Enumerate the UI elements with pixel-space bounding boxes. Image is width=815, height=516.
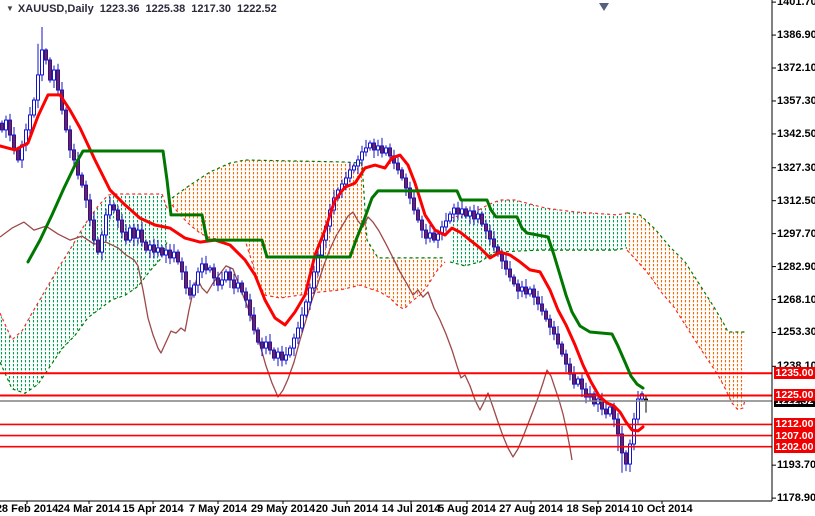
y-axis-label: 1253.30 [777, 326, 815, 339]
collapse-arrow-icon[interactable]: ▼ [6, 4, 14, 13]
price-chart[interactable] [0, 0, 815, 516]
y-axis-label: 1357.30 [777, 94, 815, 107]
price-level-tag: 1225.00 [774, 389, 815, 402]
chart-title: ▼ XAUUSD,Daily 1223.36 1225.38 1217.30 1222.5… [6, 3, 283, 15]
x-axis-label: 18 Sep 2014 [566, 503, 630, 515]
x-axis-label: 29 May 2014 [250, 503, 316, 515]
price-level-tag: 1235.00 [774, 367, 815, 380]
price-level-tag: 1202.00 [774, 440, 815, 453]
y-axis-label: 1372.10 [777, 62, 815, 74]
y-axis-label: 1401.70 [777, 0, 815, 9]
x-axis-label: 5 Aug 2014 [438, 503, 496, 515]
y-axis-label: 1342.50 [777, 127, 815, 140]
x-axis-label: 24 Mar 2014 [57, 503, 121, 515]
y-axis-label: 1282.90 [777, 260, 815, 273]
chart-window: ▼ XAUUSD,Daily 1223.36 1225.38 1217.30 1222.5… [0, 0, 815, 516]
y-axis-label: 1297.70 [777, 227, 815, 240]
x-axis-label: 15 Apr 2014 [122, 503, 184, 515]
y-axis-label: 1193.70 [777, 459, 815, 472]
y-axis-label: 1327.30 [777, 161, 815, 174]
x-axis-label: 10 Oct 2014 [631, 503, 693, 515]
ohlc-low: 1217.30 [191, 3, 232, 15]
x-axis-label: 27 Aug 2014 [499, 503, 563, 515]
symbol-timeframe: XAUUSD,Daily [17, 3, 94, 15]
x-axis-label: 28 Feb 2014 [0, 503, 59, 515]
y-axis-label: 1178.90 [777, 492, 815, 505]
chart-shift-marker[interactable] [599, 3, 609, 11]
y-axis-label: 1312.50 [777, 194, 815, 207]
ohlc-high: 1225.38 [145, 3, 186, 15]
y-axis-label: 1386.90 [777, 29, 815, 42]
y-axis-label: 1268.10 [777, 293, 815, 306]
x-axis-label: 14 Jul 2014 [381, 503, 441, 515]
ohlc-open: 1223.36 [99, 3, 140, 15]
ohlc-close: 1222.52 [237, 3, 277, 15]
x-axis-label: 20 Jun 2014 [315, 503, 379, 515]
x-axis-label: 7 May 2014 [188, 503, 248, 515]
